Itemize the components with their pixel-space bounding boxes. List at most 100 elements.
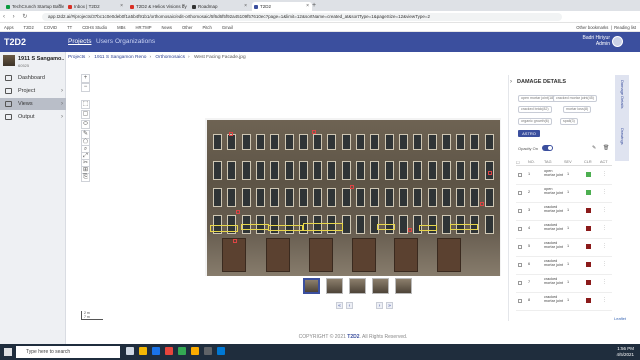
breadcrumb-orthomosaics[interactable]: Orthomosaics <box>155 55 185 60</box>
image-thumbnail[interactable] <box>326 278 343 294</box>
more-options-icon[interactable]: ⋮ <box>602 243 607 249</box>
new-tab-button[interactable]: + <box>312 2 316 9</box>
pager-button[interactable]: › <box>376 302 383 309</box>
damage-type-chip[interactable]: open mortar joint(18) <box>518 95 558 102</box>
damage-type-chip[interactable]: organic growth(6) <box>518 118 552 125</box>
damage-marker[interactable] <box>312 130 316 134</box>
damage-marker[interactable] <box>233 239 237 243</box>
more-options-icon[interactable]: ⋮ <box>602 171 607 177</box>
damage-marker[interactable] <box>236 210 240 214</box>
damage-marker[interactable] <box>229 132 233 136</box>
nav-projects[interactable]: Projects <box>68 38 91 45</box>
viewer-tool-button[interactable]: ⬭ <box>81 120 90 129</box>
browser-tab[interactable]: TechCrunch Startup Battlefield 2× <box>4 2 64 11</box>
image-thumbnail[interactable] <box>349 278 366 294</box>
header-checkbox[interactable]: ☐ <box>516 160 519 165</box>
damage-type-chip[interactable]: mortar loss(8) <box>563 106 592 113</box>
pager-button[interactable]: » <box>386 302 393 309</box>
row-checkbox[interactable] <box>518 299 522 303</box>
opacity-toggle[interactable] <box>542 145 553 151</box>
damage-type-chip[interactable]: spall(3) <box>560 118 578 125</box>
nav-users[interactable]: Users <box>96 38 113 45</box>
browser-tab[interactable]: Roadmap × <box>190 2 250 11</box>
table-row[interactable]: 1 open mortar joint 1 ⋮ <box>516 168 612 185</box>
taskbar-app-icon[interactable] <box>191 347 199 355</box>
close-icon[interactable]: × <box>182 2 185 11</box>
damage-marker[interactable] <box>408 228 412 232</box>
damage-marker[interactable] <box>350 185 354 189</box>
trash-icon[interactable]: 🗑 <box>603 145 609 151</box>
nav-organizations[interactable]: Organizations <box>115 38 155 45</box>
other-bookmarks[interactable]: Other bookmarks | Reading list <box>576 23 636 32</box>
astro-filter-button[interactable]: ASTRO <box>518 130 540 137</box>
tab-drawings[interactable]: Drawings <box>617 128 625 145</box>
close-icon[interactable]: × <box>120 2 123 11</box>
bookmark-item[interactable]: TT <box>67 25 72 30</box>
taskbar-app-icon[interactable] <box>217 347 225 355</box>
row-checkbox[interactable] <box>518 281 522 285</box>
bookmark-item[interactable]: T2D2 <box>24 25 34 30</box>
bookmark-item[interactable]: Apps <box>4 25 14 30</box>
table-row[interactable]: 4 cracked mortar joint 1 ⋮ <box>516 222 612 239</box>
more-options-icon[interactable]: ⋮ <box>602 297 607 303</box>
tab-damage-details[interactable]: Damage Details <box>617 80 625 108</box>
reading-list-label[interactable]: Reading list <box>614 25 636 30</box>
row-checkbox[interactable] <box>518 173 522 177</box>
viewer-tool-button[interactable]: − <box>81 83 90 92</box>
damage-annotation-box[interactable] <box>419 225 437 231</box>
row-checkbox[interactable] <box>518 227 522 231</box>
bookmark-item[interactable]: CDHS Studio <box>82 25 107 30</box>
close-icon[interactable]: × <box>58 2 61 11</box>
more-options-icon[interactable]: ⋮ <box>602 189 607 195</box>
damage-marker[interactable] <box>480 202 484 206</box>
damage-marker[interactable] <box>488 171 492 175</box>
more-options-icon[interactable]: ⋮ <box>602 261 607 267</box>
breadcrumb-projects[interactable]: Projects <box>68 55 85 60</box>
edit-icon[interactable]: ✎ <box>592 145 596 151</box>
viewer-tool-button[interactable]: + <box>81 74 90 83</box>
taskbar-app-icon[interactable] <box>165 347 173 355</box>
pager-button[interactable]: ‹ <box>346 302 353 309</box>
user-info[interactable]: Badri Hiriyur Admin <box>582 35 610 47</box>
browser-nav-buttons[interactable]: ‹ › ↻ <box>3 13 30 20</box>
bookmark-item[interactable]: COVID <box>44 25 57 30</box>
bookmark-item[interactable]: HR:TMP <box>135 25 151 30</box>
breadcrumb-project[interactable]: 1911 S Sangamon Reno <box>94 55 146 60</box>
taskbar-search[interactable]: Type here to search <box>16 346 120 358</box>
taskbar-app-icon[interactable] <box>178 347 186 355</box>
sidebar-item-output[interactable]: Output › <box>0 111 66 123</box>
taskbar-app-icon[interactable] <box>139 347 147 355</box>
row-checkbox[interactable] <box>518 191 522 195</box>
damage-annotation-box[interactable] <box>303 223 343 231</box>
sidebar-item-views[interactable]: Views › <box>0 98 66 110</box>
url-field[interactable]: app.t2d2.ai/#/projects/37bc1c0e0deb0f1a5… <box>42 13 562 21</box>
leaflet-attribution[interactable]: Leaflet <box>614 316 626 321</box>
damage-annotation-box[interactable] <box>241 224 269 230</box>
windows-start-icon[interactable] <box>4 348 12 356</box>
viewer-tool-button[interactable]: ▢ <box>81 110 90 119</box>
browser-tab[interactable]: T2D2 & Helios Visions by Thorn× <box>128 2 188 11</box>
damage-annotation-box[interactable] <box>450 224 478 230</box>
row-checkbox[interactable] <box>518 263 522 267</box>
pager-button[interactable]: « <box>336 302 343 309</box>
more-options-icon[interactable]: ⋮ <box>602 279 607 285</box>
taskbar-app-icon[interactable] <box>126 347 134 355</box>
sidebar-item-project[interactable]: Project › <box>0 85 66 97</box>
other-bookmarks-label[interactable]: Other bookmarks <box>576 25 608 30</box>
damage-type-chip[interactable]: cracked brick(82) <box>518 106 552 113</box>
sidebar-item-dashboard[interactable]: Dashboard <box>0 72 66 84</box>
table-row[interactable]: 6 cracked mortar joint 1 ⋮ <box>516 258 612 275</box>
table-row[interactable]: 7 cracked mortar joint 1 ⋮ <box>516 276 612 293</box>
damage-annotation-box[interactable] <box>377 224 395 230</box>
bookmark-item[interactable]: Other <box>182 25 192 30</box>
viewer-tool-button[interactable]: ⬚ <box>81 100 90 109</box>
avatar[interactable] <box>612 36 623 47</box>
browser-tab[interactable]: Inbox | T2D2 × <box>66 2 126 11</box>
app-logo[interactable]: T2D2 <box>4 37 26 47</box>
project-name[interactable]: 1911 S Sangamo... <box>18 56 64 62</box>
table-row[interactable]: 8 cracked mortar joint 1 ⋮ <box>516 294 612 311</box>
bookmark-item[interactable]: Pitch <box>203 25 212 30</box>
damage-annotation-box[interactable] <box>210 225 238 232</box>
bookmark-item[interactable]: MBs <box>117 25 125 30</box>
image-thumbnail[interactable] <box>303 278 320 294</box>
